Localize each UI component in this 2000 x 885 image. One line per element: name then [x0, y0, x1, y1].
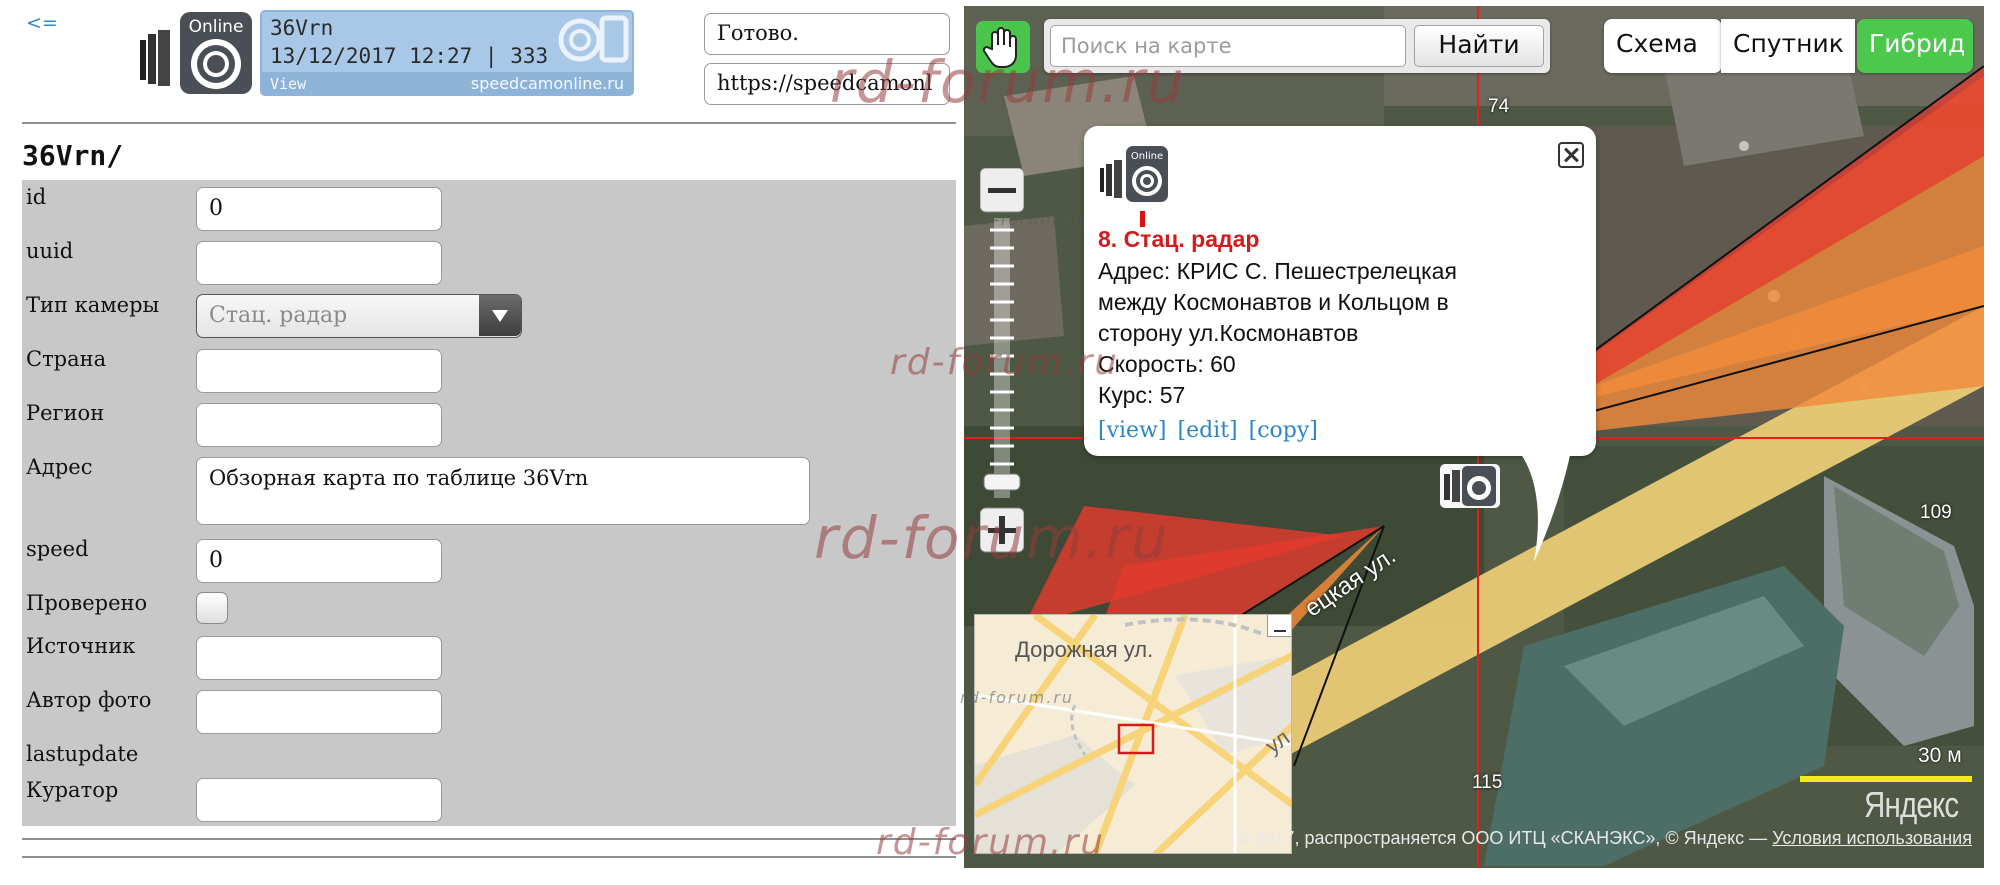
watermark: rd-forum.ru [814, 504, 1170, 572]
banner-date-count: 13/12/2017 12:27 | 333 [270, 44, 549, 68]
uuid-field[interactable] [196, 241, 442, 285]
house-number: 115 [1472, 772, 1503, 793]
speedcam-online-logo: Online [1100, 146, 1168, 202]
checked-checkbox[interactable] [196, 592, 228, 624]
edit-link[interactable]: [edit] [1177, 418, 1237, 443]
label-uuid: uuid [26, 239, 74, 263]
watermark: rd-forum.ru [972, 210, 1087, 229]
back-link[interactable]: <= [26, 12, 58, 34]
divider-bottom [22, 838, 956, 840]
copy-link[interactable]: [copy] [1249, 418, 1318, 443]
balloon-links: [view] [edit] [copy] [1098, 418, 1322, 443]
balloon-address-line: между Космонавтов и Кольцом в [1098, 289, 1449, 315]
divider-top [22, 122, 956, 124]
scale-bar [1800, 776, 1972, 782]
status-marker [1140, 211, 1145, 227]
camera-type-select[interactable]: Стац. радар [196, 294, 522, 338]
label-checked: Проверено [26, 591, 148, 615]
label-photo-author: Автор фото [26, 688, 152, 712]
curator-field[interactable] [196, 778, 442, 822]
yandex-logo: Яндекс [1864, 784, 1959, 825]
label-curator: Куратор [26, 778, 119, 802]
balloon-course: Курс: 57 [1098, 382, 1186, 408]
banner-name: 36Vrn [270, 16, 334, 40]
label-lastupdate: lastupdate [26, 742, 139, 766]
view-link[interactable]: [view] [1098, 418, 1166, 443]
layer-satellite-button[interactable]: Спутник [1721, 19, 1855, 73]
map-search-button[interactable]: Найти [1414, 25, 1544, 67]
label-speed: speed [26, 537, 89, 561]
camera-info-balloon: Online 8. Стац. радар Адрес: КРИС С. Пеш… [1084, 126, 1596, 562]
overview-minimap[interactable]: Дорожная ул. ул [974, 614, 1292, 854]
id-field[interactable]: 0 [196, 187, 442, 231]
svg-text:Online: Online [1131, 151, 1163, 162]
map-copyright: © 2017, распространяется ООО ИТЦ «СКАНЭК… [1236, 828, 1972, 849]
label-region: Регион [26, 401, 105, 425]
banner-camera-icon [558, 15, 629, 63]
watermark: rd-forum.ru [890, 342, 1120, 383]
divider-bottom-2 [22, 856, 956, 858]
zoom-out-icon [988, 188, 1016, 193]
banner-site-label: speedcamonline.ru [470, 74, 624, 93]
svg-text:Online: Online [189, 17, 244, 37]
label-id: id [26, 185, 47, 209]
close-icon[interactable] [1558, 142, 1584, 168]
label-source: Источник [26, 634, 136, 658]
house-number: 74 [1488, 96, 1510, 117]
banner-view-label: View [270, 75, 307, 93]
label-camera-type: Тип камеры [26, 293, 160, 317]
chevron-down-icon[interactable] [479, 295, 521, 336]
source-field[interactable] [196, 636, 442, 680]
photo-author-field[interactable] [196, 690, 442, 734]
balloon-title: 8. Стац. радар [1098, 226, 1260, 252]
balloon-address-line: Адрес: КРИС С. Пешестрелецкая [1098, 258, 1457, 284]
watermark: rd-forum.ru [876, 822, 1106, 863]
region-field[interactable] [196, 403, 442, 447]
map-view[interactable]: ецкая ул. 74 109 115 Поиск на карте Найт… [964, 6, 1984, 868]
minimap-street-label: Дорожная ул. [1015, 637, 1154, 662]
layer-scheme-button[interactable]: Схема [1604, 19, 1722, 73]
camera-form: id 0 uuid Тип камеры Стац. радар Страна … [22, 180, 956, 826]
camera-type-value: Стац. радар [209, 303, 348, 328]
terms-link[interactable]: Условия использования [1772, 828, 1972, 848]
zoom-slider-handle [983, 473, 1021, 491]
country-field[interactable] [196, 349, 442, 393]
watermark: rd-forum.ru [960, 688, 1075, 707]
address-field[interactable]: Обзорная карта по таблице 36Vrn [196, 457, 810, 525]
scale-label: 30 м [1918, 744, 1962, 767]
house-number: 109 [1920, 502, 1952, 523]
label-address: Адрес [26, 455, 93, 479]
balloon-address-line: сторону ул.Космонавтов [1098, 320, 1359, 346]
speed-field[interactable]: 0 [196, 539, 442, 583]
speedcam-online-logo: Online [140, 12, 252, 94]
minimize-icon[interactable] [1267, 615, 1291, 637]
label-country: Страна [26, 347, 107, 371]
watermark: rd-forum.ru [830, 48, 1186, 116]
copyright-text: © 2017, распространяется ООО ИТЦ «СКАНЭК… [1236, 828, 1768, 848]
page-title: 36Vrn/ [22, 139, 124, 172]
layer-hybrid-button[interactable]: Гибрид [1857, 19, 1973, 73]
balloon-tail [1514, 446, 1572, 562]
